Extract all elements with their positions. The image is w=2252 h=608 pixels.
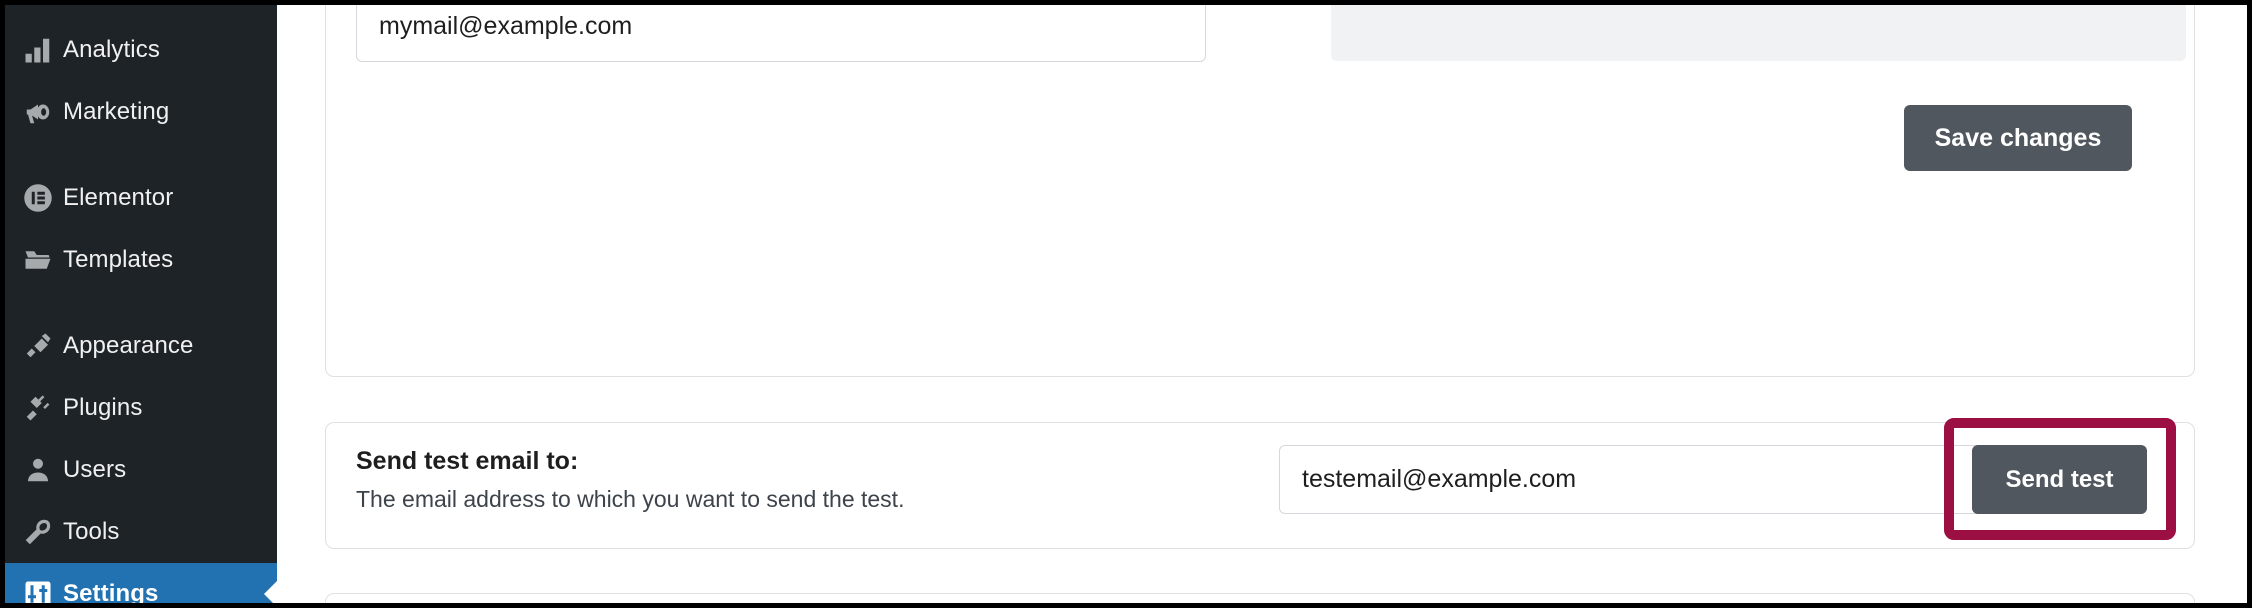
sidebar-item-elementor[interactable]: Elementor — [5, 167, 277, 229]
folder-icon — [13, 245, 63, 275]
main-content-area: Site Mailer Reply to mymail@example.com — [277, 5, 2247, 603]
sliders-icon — [13, 579, 63, 603]
sidebar-item-label: Elementor — [63, 184, 174, 211]
sidebar-separator — [5, 5, 277, 19]
megaphone-icon — [13, 97, 63, 127]
sidebar-separator — [5, 291, 277, 315]
user-icon — [13, 455, 63, 485]
send-test-button[interactable]: Send test — [1972, 445, 2147, 514]
sidebar-item-users[interactable]: Users — [5, 439, 277, 501]
sidebar-item-label: Analytics — [63, 36, 160, 63]
send-test-email-card: Send test email to: The email address to… — [325, 418, 2195, 549]
sidebar-item-tools[interactable]: Tools — [5, 501, 277, 563]
paintbrush-icon — [13, 331, 63, 361]
save-changes-button[interactable]: Save changes — [1904, 105, 2132, 171]
sidebar-item-analytics[interactable]: Analytics — [5, 19, 277, 81]
sidebar-item-label: Templates — [63, 246, 174, 273]
sidebar-item-label: Appearance — [63, 332, 194, 359]
sidebar-item-settings[interactable]: Settings — [5, 563, 277, 603]
sidebar-item-label: Plugins — [63, 394, 143, 421]
sidebar-item-label: Tools — [63, 518, 120, 545]
sidebar-item-label: Users — [63, 456, 127, 483]
reply-to-input[interactable]: mymail@example.com — [356, 5, 1206, 62]
sidebar-item-marketing[interactable]: Marketing — [5, 81, 277, 143]
sender-settings-card: Site Mailer Reply to mymail@example.com — [325, 5, 2195, 377]
admin-sidebar: Payments Analytics — [5, 5, 277, 603]
email-preview-panel — [1331, 5, 2186, 61]
sidebar-item-plugins[interactable]: Plugins — [5, 377, 277, 439]
sidebar-item-label: Marketing — [63, 98, 170, 125]
send-test-description: The email address to which you want to s… — [356, 486, 905, 512]
elementor-icon — [13, 183, 63, 213]
next-section-card — [325, 593, 2195, 603]
sidebar-item-templates[interactable]: Templates — [5, 229, 277, 291]
sidebar-separator — [5, 143, 277, 167]
browser-viewport: Payments Analytics — [0, 0, 2252, 608]
sidebar-item-appearance[interactable]: Appearance — [5, 315, 277, 377]
wrench-icon — [13, 517, 63, 547]
sidebar-item-label: Settings — [63, 580, 159, 603]
plug-icon — [13, 393, 63, 423]
send-test-title: Send test email to: — [356, 447, 579, 475]
bar-chart-icon — [13, 35, 63, 65]
